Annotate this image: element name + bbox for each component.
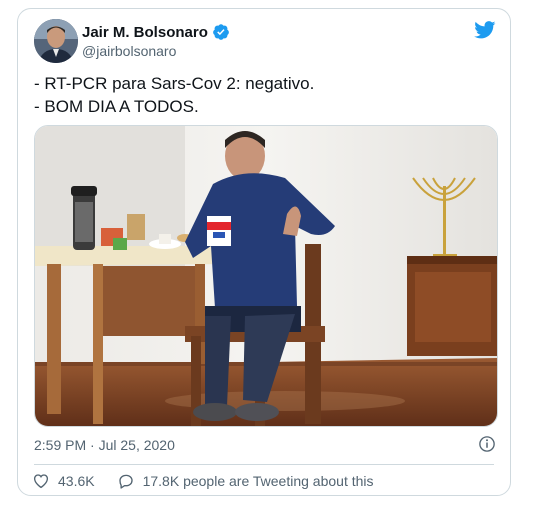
avatar[interactable]: [34, 19, 78, 63]
display-name[interactable]: Jair M. Bolsonaro: [82, 24, 208, 41]
tweet-timestamp[interactable]: 2:59 PM · Jul 25, 2020: [34, 437, 175, 453]
tweet-card[interactable]: Jair M. Bolsonaro @jairbolsonaro - RT-PC…: [17, 8, 511, 496]
heart-icon: [33, 474, 49, 489]
verified-badge-icon: [212, 24, 229, 40]
speech-bubble-icon: [118, 474, 133, 489]
like-count: 43.6K: [58, 473, 95, 489]
tweeting-about-text: 17.8K people are Tweeting about this: [142, 473, 374, 489]
divider: [34, 464, 494, 465]
author-name-row[interactable]: Jair M. Bolsonaro: [82, 23, 230, 41]
tweet-photo[interactable]: [34, 125, 498, 427]
tweet-text: - RT-PCR para Sars-Cov 2: negativo. - BO…: [34, 72, 314, 118]
conversation-button[interactable]: 17.8K people are Tweeting about this: [117, 472, 374, 490]
info-icon[interactable]: [478, 435, 496, 453]
handle[interactable]: @jairbolsonaro: [82, 43, 176, 59]
tweet-actions: 43.6K 17.8K people are Tweeting about th…: [32, 472, 396, 490]
photo-scene: [35, 126, 497, 426]
tweet-text-line-1: - RT-PCR para Sars-Cov 2: negativo.: [34, 74, 315, 93]
avatar-image: [34, 19, 78, 63]
like-button[interactable]: 43.6K: [32, 472, 95, 490]
tweet-text-line-2: - BOM DIA A TODOS.: [34, 97, 199, 116]
twitter-bird-icon[interactable]: [474, 21, 496, 39]
